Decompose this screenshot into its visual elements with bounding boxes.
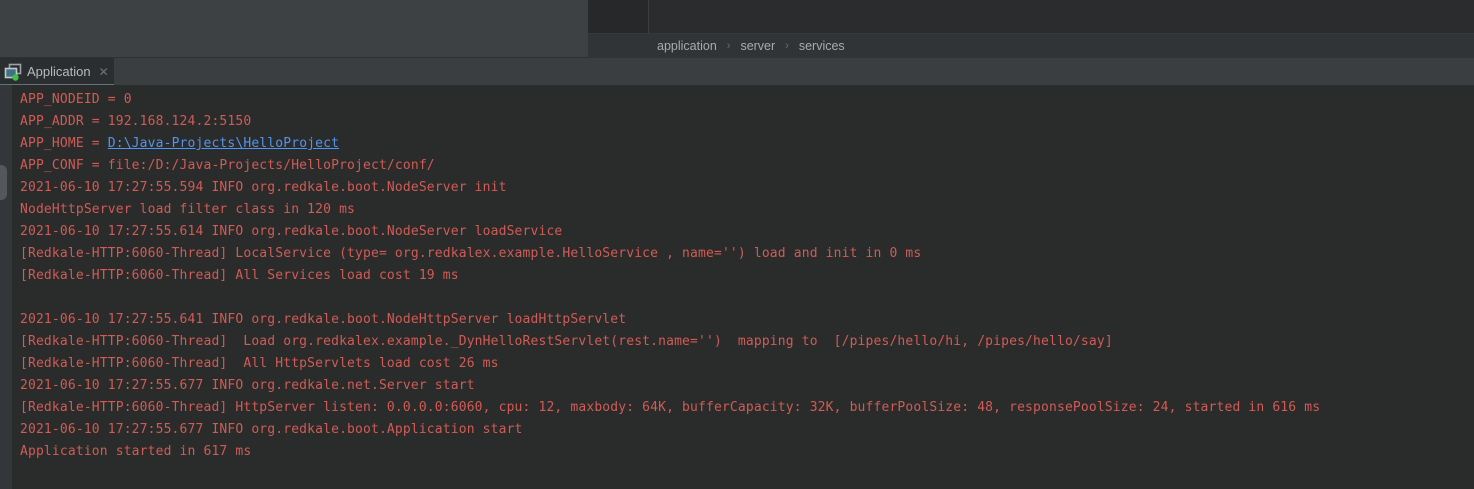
console-line: [Redkale-HTTP:6060-Thread] All HttpServl…	[20, 353, 1474, 375]
console-text: [Redkale-HTTP:6060-Thread] All Services …	[20, 268, 459, 283]
console-text: [Redkale-HTTP:6060-Thread] All HttpServl…	[20, 356, 499, 371]
editor-left-pane	[0, 0, 588, 58]
breadcrumb-separator: ›	[727, 40, 731, 52]
console-line: APP_NODEID = 0	[20, 89, 1474, 111]
console-text: [Redkale-HTTP:6060-Thread] HttpServer li…	[20, 400, 1320, 415]
console-output-lines: APP_NODEID = 0 APP_ADDR = 192.168.124.2:5…	[20, 89, 1474, 463]
console-line: APP_CONF = file:/D:/Java-Projects/HelloP…	[20, 155, 1474, 177]
console-line: 2021-06-10 17:27:55.594 INFO org.redkale…	[20, 177, 1474, 199]
console-tabbar: Application ✕	[0, 58, 1474, 85]
ide-window: application › server › services Application …	[0, 0, 1474, 489]
app-home-link[interactable]: D:\Java-Projects\HelloProject	[108, 136, 339, 151]
console-text: 2021-06-10 17:27:55.641 INFO org.redkale…	[20, 312, 626, 327]
console-line: [Redkale-HTTP:6060-Thread] HttpServer li…	[20, 397, 1474, 419]
console-line: [Redkale-HTTP:6060-Thread] All Services …	[20, 265, 1474, 287]
console-line: Application started in 617 ms	[20, 441, 1474, 463]
tab-application[interactable]: Application ✕	[0, 58, 114, 85]
console-running-icon	[4, 63, 22, 81]
console-text: 2021-06-10 17:27:55.614 INFO org.redkale…	[20, 224, 562, 239]
editor-top-pane-right	[648, 0, 1474, 33]
console-text: APP_NODEID = 0	[20, 92, 132, 107]
console-text: [Redkale-HTTP:6060-Thread] LocalService …	[20, 246, 921, 261]
console-line: NodeHttpServer load filter class in 120 …	[20, 199, 1474, 221]
editor-top-pane	[588, 0, 1474, 33]
console-text: APP_CONF = file:/D:/Java-Projects/HelloP…	[20, 158, 435, 173]
breadcrumb-item-server[interactable]: server	[740, 39, 775, 53]
console-line: 2021-06-10 17:27:55.677 INFO org.redkale…	[20, 375, 1474, 397]
console-line: [Redkale-HTTP:6060-Thread] Load org.redk…	[20, 331, 1474, 353]
console-output[interactable]: APP_NODEID = 0 APP_ADDR = 192.168.124.2:5…	[0, 85, 1474, 489]
console-text: Application started in 617 ms	[20, 444, 251, 459]
console-text: [Redkale-HTTP:6060-Thread] Load org.redk…	[20, 334, 1113, 349]
console-line: APP_ADDR = 192.168.124.2:5150	[20, 111, 1474, 133]
breadcrumb-item-application[interactable]: application	[657, 39, 717, 53]
scrollbar-thumb[interactable]	[0, 165, 7, 200]
console-line: APP_HOME = D:\Java-Projects\HelloProject	[20, 133, 1474, 155]
console-line: 2021-06-10 17:27:55.614 INFO org.redkale…	[20, 221, 1474, 243]
console-line	[20, 287, 1474, 309]
console-text: APP_HOME =	[20, 136, 108, 151]
breadcrumb-separator: ›	[785, 40, 789, 52]
console-text: APP_ADDR = 192.168.124.2:5150	[20, 114, 251, 129]
console-left-gutter	[0, 85, 12, 489]
console-line: 2021-06-10 17:27:55.641 INFO org.redkale…	[20, 309, 1474, 331]
console-line: 2021-06-10 17:27:55.677 INFO org.redkale…	[20, 419, 1474, 441]
console-text: 2021-06-10 17:27:55.677 INFO org.redkale…	[20, 422, 523, 437]
close-icon[interactable]: ✕	[99, 65, 109, 79]
breadcrumb: application › server › services	[588, 33, 1474, 58]
console-text: NodeHttpServer load filter class in 120 …	[20, 202, 355, 217]
console-line: [Redkale-HTTP:6060-Thread] LocalService …	[20, 243, 1474, 265]
breadcrumb-item-services[interactable]: services	[799, 39, 845, 53]
tab-label: Application	[27, 64, 91, 79]
console-text: 2021-06-10 17:27:55.594 INFO org.redkale…	[20, 180, 507, 195]
console-text: 2021-06-10 17:27:55.677 INFO org.redkale…	[20, 378, 475, 393]
